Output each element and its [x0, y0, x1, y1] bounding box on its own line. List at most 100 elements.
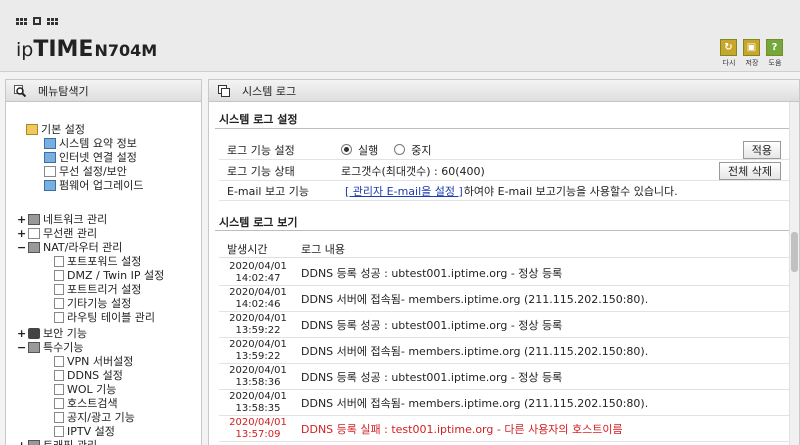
log-view-title: 시스템 로그 보기 — [219, 216, 298, 229]
sidebar-item[interactable]: DMZ / Twin IP 설정 — [54, 268, 164, 282]
expand-icon[interactable]: + — [17, 227, 26, 240]
sidebar-item[interactable]: IPTV 설정 — [54, 424, 115, 438]
main-panel: 시스템 로그 시스템 로그 설정 로그 기능 설정 실행 중지 적용 로그 기능… — [208, 79, 800, 445]
sidebar-item[interactable]: 라우팅 테이블 관리 — [54, 310, 155, 324]
sidebar-item[interactable]: + 네트워크 관리 — [17, 212, 107, 227]
log-row: 2020/04/01 13:57:09 DDNS 등록 실패 : test001.i… — [219, 416, 791, 442]
log-timestamp: 2020/04/01 13:58:35 — [219, 391, 297, 415]
refresh-label: 다시 — [722, 59, 736, 67]
log-date: 2020/04/01 — [229, 312, 287, 324]
sidebar-item[interactable]: DDNS 설정 — [54, 368, 123, 382]
sidebar-item[interactable]: − 특수기능 — [17, 340, 83, 355]
router-icon — [28, 241, 40, 253]
page-icon — [54, 411, 64, 423]
log-date: 2020/04/01 — [229, 364, 287, 376]
collapse-icon[interactable]: − — [17, 241, 26, 254]
sidebar-item[interactable]: 기타기능 설정 — [54, 296, 131, 310]
save-icon: ▣ — [743, 39, 760, 56]
log-status-label: 로그 기능 상태 — [227, 164, 295, 178]
main-header: 시스템 로그 — [209, 80, 799, 102]
page-icon — [54, 383, 64, 395]
log-date: 2020/04/01 — [229, 338, 287, 350]
sidebar-item[interactable]: 공지/광고 기능 — [54, 410, 135, 424]
sidebar-item[interactable]: 호스트검색 — [54, 396, 118, 410]
sidebar-item[interactable]: 포트트리거 설정 — [54, 282, 141, 296]
page-icon — [54, 397, 64, 409]
log-timestamp: 2020/04/01 14:02:47 — [219, 261, 297, 285]
log-time: 14:02:46 — [235, 298, 281, 310]
save-button[interactable]: ▣ 저장 — [743, 39, 761, 68]
log-time: 13:57:09 — [235, 428, 281, 440]
sidebar-item[interactable]: + 보안 기능 — [17, 326, 87, 341]
log-timestamp: 2020/04/01 13:58:36 — [219, 365, 297, 389]
expand-icon[interactable]: + — [17, 213, 26, 226]
sidebar-item[interactable]: 시스템 요약 정보 — [44, 136, 137, 150]
radio-run[interactable]: 실행 — [341, 142, 378, 158]
sidebar-item[interactable]: + 트래픽 관리 — [17, 438, 97, 445]
sidebar-item[interactable]: WOL 기능 — [54, 382, 116, 396]
sidebar-item[interactable]: VPN 서버설정 — [54, 354, 133, 368]
log-time: 13:58:36 — [235, 376, 281, 388]
special-icon — [28, 341, 40, 353]
collapse-icon[interactable]: − — [17, 341, 26, 354]
logo: ipTIMEN704M — [16, 37, 157, 62]
sidebar-item[interactable]: 펌웨어 업그레이드 — [44, 178, 143, 192]
admin-email-link[interactable]: [ 관리자 E-mail을 설정 ] — [345, 183, 463, 199]
email-row: E-mail 보고 기능 [ 관리자 E-mail을 설정 ] 하여야 E-mai… — [219, 181, 791, 201]
log-status-row: 로그 기능 상태 로그갯수(최대갯수) : 60(400) 전체 삭제 — [219, 161, 791, 181]
refresh-button[interactable]: ↻ 다시 — [720, 39, 738, 68]
pc-icon — [44, 151, 56, 163]
email-description: 하여야 E-mail 보고기능을 사용할수 있습니다. — [463, 184, 678, 198]
email-label: E-mail 보고 기능 — [227, 184, 309, 198]
apply-button[interactable]: 적용 — [742, 141, 781, 159]
log-time: 14:02:47 — [235, 272, 281, 284]
help-button[interactable]: ? 도움 — [766, 39, 784, 68]
save-label: 저장 — [745, 59, 759, 67]
log-timestamp: 2020/04/01 13:57:09 — [219, 417, 297, 441]
radio-stop[interactable]: 중지 — [394, 142, 432, 158]
radio-stop-label: 중지 — [411, 143, 432, 157]
scrollbar[interactable] — [789, 102, 799, 445]
page-icon — [54, 355, 64, 367]
radio-selected-icon — [341, 144, 352, 155]
expand-icon[interactable]: + — [17, 439, 26, 445]
top-actions: ↻ 다시 ▣ 저장 ? 도움 — [720, 39, 784, 68]
help-icon: ? — [766, 39, 783, 56]
log-message: DDNS 등록 성공 : ubtest001.iptime.org - 정상 등… — [301, 318, 563, 332]
sidebar-item[interactable]: − NAT/라우터 관리 — [17, 240, 122, 255]
log-date: 2020/04/01 — [229, 416, 287, 428]
sidebar-item[interactable]: 인터넷 연결 설정 — [44, 150, 137, 164]
log-message: DDNS 서버에 접속됨- members.iptime.org (211.11… — [301, 292, 649, 306]
sidebar-item-label: 라우팅 테이블 관리 — [67, 311, 155, 324]
log-message: DDNS 등록 성공 : ubtest001.iptime.org - 정상 등… — [301, 370, 563, 384]
scrollbar-thumb[interactable] — [791, 232, 798, 272]
expand-icon[interactable]: + — [17, 327, 26, 340]
magnifier-icon — [14, 84, 27, 97]
radio-unselected-icon — [394, 144, 406, 155]
log-row: 2020/04/01 13:59:22 DDNS 서버에 접속됨- members.… — [219, 338, 791, 364]
menu-explorer-header: 메뉴탐색기 — [6, 80, 201, 102]
delete-all-button[interactable]: 전체 삭제 — [719, 162, 781, 180]
log-message: DDNS 등록 실패 : test001.iptime.org - 다른 사용자… — [301, 422, 623, 436]
chart-icon — [44, 137, 56, 149]
traffic-icon — [28, 439, 40, 445]
menu-explorer-title: 메뉴탐색기 — [38, 84, 89, 98]
radio-run-label: 실행 — [358, 143, 379, 157]
sidebar-item[interactable]: 기본 설정 — [26, 122, 85, 136]
menu-explorer: 메뉴탐색기 기본 설정 시스템 요약 정보 인터넷 연결 설정 무선 설정/보안 펌웨어… — [5, 79, 202, 445]
logo-mark — [16, 17, 58, 25]
sidebar-item-label: 펌웨어 업그레이드 — [59, 179, 144, 192]
sidebar-item[interactable]: 무선 설정/보안 — [44, 164, 127, 178]
help-label: 도움 — [768, 59, 782, 67]
page-icon — [54, 311, 64, 323]
log-row: 2020/04/01 13:58:35 DDNS 서버에 접속됨- members.… — [219, 390, 791, 416]
log-row: 2020/04/01 14:02:46 DDNS 서버에 접속됨- members.… — [219, 286, 791, 312]
log-time: 13:59:22 — [235, 350, 281, 362]
wifi-icon — [44, 165, 56, 177]
log-function-label: 로그 기능 설정 — [227, 143, 295, 157]
log-date: 2020/04/01 — [229, 286, 287, 298]
log-date: 2020/04/01 — [229, 390, 287, 402]
sidebar-item[interactable]: + 무선랜 관리 — [17, 226, 97, 241]
sidebar-item[interactable]: 포트포워드 설정 — [54, 254, 141, 268]
log-message: DDNS 서버에 접속됨- members.iptime.org (211.11… — [301, 396, 649, 410]
